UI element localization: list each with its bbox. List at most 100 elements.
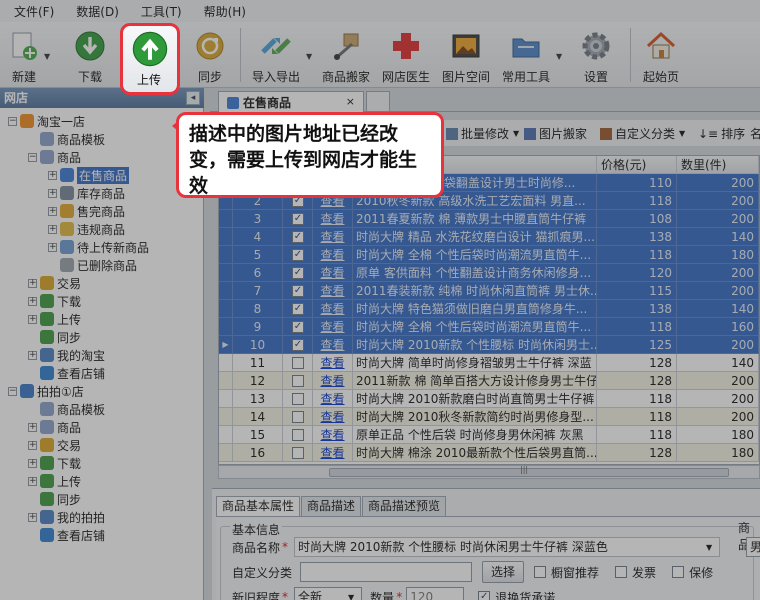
table-row[interactable]: 4 ✓ 查看 时尚大牌 精品 水洗花纹磨白设计 猫抓痕男... 138 140 bbox=[219, 228, 759, 246]
tree-item[interactable]: 同步 bbox=[28, 490, 81, 508]
view-link[interactable]: 查看 bbox=[320, 410, 344, 424]
view-link[interactable]: 查看 bbox=[320, 320, 344, 334]
settings-button[interactable]: 设置 bbox=[574, 24, 618, 86]
common-tools-button[interactable]: 常用工具 bbox=[498, 24, 554, 86]
row-checkbox[interactable]: ✓ bbox=[292, 321, 304, 333]
new-dropdown-caret[interactable]: ▼ bbox=[44, 52, 50, 61]
tab-basic-attributes[interactable]: 商品基本属性 bbox=[216, 496, 301, 516]
qty-field[interactable]: 120 bbox=[406, 587, 465, 600]
expand-icon[interactable]: + bbox=[48, 188, 57, 198]
move-goods-button[interactable]: 商品搬家 bbox=[318, 24, 374, 86]
start-page-button[interactable]: 起始页 bbox=[638, 24, 684, 86]
tree-item[interactable]: − 拍拍①店 bbox=[8, 382, 84, 400]
view-link[interactable]: 查看 bbox=[320, 392, 344, 406]
expand-icon[interactable]: + bbox=[48, 242, 57, 252]
tab-description-preview[interactable]: 商品描述预览 bbox=[362, 496, 447, 516]
expand-icon[interactable]: + bbox=[28, 476, 37, 486]
view-link[interactable]: 查看 bbox=[320, 266, 344, 280]
expand-icon[interactable]: + bbox=[28, 350, 37, 360]
shop-doctor-button[interactable]: 网店医生 bbox=[378, 24, 434, 86]
view-link[interactable]: 查看 bbox=[320, 302, 344, 316]
select-category-button[interactable]: 选择 bbox=[482, 561, 525, 583]
table-row[interactable]: 13 查看 时尚大牌 2010新款磨白时尚直筒男士牛仔裤 118 200 bbox=[219, 390, 759, 408]
row-checkbox[interactable]: ✓ bbox=[292, 285, 304, 297]
horizontal-scrollbar[interactable]: ||| bbox=[218, 465, 760, 479]
column-header-price[interactable]: 价格(元) bbox=[597, 156, 677, 174]
row-checkbox[interactable] bbox=[292, 357, 304, 369]
tools-dropdown-caret[interactable]: ▼ bbox=[556, 52, 562, 61]
collapse-icon[interactable]: − bbox=[8, 386, 17, 396]
invoice-checkbox[interactable] bbox=[615, 566, 628, 578]
tree-item[interactable]: + 上传 bbox=[28, 472, 81, 490]
tree-item[interactable]: − 淘宝一店 bbox=[8, 112, 85, 130]
row-checkbox[interactable] bbox=[292, 447, 304, 459]
tree-item[interactable]: 查看店铺 bbox=[28, 526, 105, 544]
tab-description[interactable]: 商品描述 bbox=[301, 496, 362, 516]
table-row[interactable]: 14 查看 时尚大牌 2010秋冬新款简约时尚男修身型... 118 200 bbox=[219, 408, 759, 426]
table-row[interactable]: 5 ✓ 查看 时尚大牌 全棉 个性后袋时尚潮流男直筒牛... 118 180 bbox=[219, 246, 759, 264]
goods-name-field[interactable]: 时尚大牌 2010新款 个性腰标 时尚休闲男士牛仔裤 深蓝色 bbox=[294, 537, 721, 557]
tree-item[interactable]: − 商品 bbox=[28, 148, 81, 166]
column-header-qty[interactable]: 数里(件) bbox=[677, 156, 759, 174]
menu-tools[interactable]: 工具(T) bbox=[139, 3, 194, 20]
menu-file[interactable]: 文件(F) bbox=[12, 3, 66, 20]
expand-icon[interactable]: + bbox=[28, 314, 37, 324]
tree-item[interactable]: + 商品 bbox=[28, 418, 81, 436]
collapse-icon[interactable]: − bbox=[28, 152, 37, 162]
tree-item[interactable]: + 售完商品 bbox=[48, 202, 125, 220]
tree-item[interactable]: + 上传 bbox=[28, 310, 81, 328]
expand-icon[interactable]: + bbox=[48, 170, 57, 180]
tree-item[interactable]: + 待上传新商品 bbox=[48, 238, 149, 256]
sort-button[interactable]: ↓≡ 排序 bbox=[698, 125, 745, 142]
expand-icon[interactable]: + bbox=[48, 224, 57, 234]
tab-on-sale-goods[interactable]: 在售商品 × bbox=[218, 91, 364, 113]
collapse-icon[interactable]: − bbox=[8, 116, 17, 126]
row-checkbox[interactable] bbox=[292, 393, 304, 405]
expand-icon[interactable]: + bbox=[28, 296, 37, 306]
tree-item[interactable]: + 下载 bbox=[28, 454, 81, 472]
custom-category-field[interactable] bbox=[300, 562, 473, 582]
tree-item[interactable]: 已删除商品 bbox=[48, 256, 137, 274]
table-row[interactable]: ▶ 10 ✓ 查看 时尚大牌 2010新款 个性腰标 时尚休闲男士... 125 200 bbox=[219, 336, 759, 354]
table-row[interactable]: 15 查看 原单正品 个性后袋 时尚修身男休闲裤 灰黑 118 180 bbox=[219, 426, 759, 444]
tree-item[interactable]: 查看店铺 bbox=[28, 364, 105, 382]
expand-icon[interactable]: + bbox=[48, 206, 57, 216]
tree-item[interactable]: + 我的淘宝 bbox=[28, 346, 105, 364]
view-link[interactable]: 查看 bbox=[320, 428, 344, 442]
tree-item[interactable]: + 交易 bbox=[28, 274, 81, 292]
expand-icon[interactable]: + bbox=[28, 440, 37, 450]
row-checkbox[interactable] bbox=[292, 411, 304, 423]
expand-icon[interactable]: + bbox=[28, 422, 37, 432]
row-checkbox[interactable]: ✓ bbox=[292, 303, 304, 315]
showcase-checkbox[interactable] bbox=[534, 566, 547, 578]
close-icon[interactable]: × bbox=[346, 95, 355, 108]
view-link[interactable]: 查看 bbox=[320, 374, 344, 388]
row-checkbox[interactable]: ✓ bbox=[292, 249, 304, 261]
tree-item[interactable]: + 我的拍拍 bbox=[28, 508, 105, 526]
row-checkbox[interactable]: ✓ bbox=[292, 213, 304, 225]
expand-icon[interactable]: + bbox=[28, 278, 37, 288]
tree-item[interactable]: 同步 bbox=[28, 328, 81, 346]
row-checkbox[interactable]: ✓ bbox=[292, 339, 304, 351]
row-checkbox[interactable] bbox=[292, 429, 304, 441]
view-link[interactable]: 查看 bbox=[320, 284, 344, 298]
row-checkbox[interactable] bbox=[292, 375, 304, 387]
return-promise-checkbox[interactable]: ✓ bbox=[478, 591, 491, 600]
image-space-button[interactable]: 图片空间 bbox=[438, 24, 494, 86]
download-button[interactable]: 下载 bbox=[70, 24, 110, 86]
view-link[interactable]: 查看 bbox=[320, 230, 344, 244]
view-link[interactable]: 查看 bbox=[320, 338, 344, 352]
tree-item[interactable]: + 交易 bbox=[28, 436, 81, 454]
scrollbar-thumb[interactable]: ||| bbox=[329, 465, 729, 477]
sync-button[interactable]: 同步 bbox=[190, 24, 230, 86]
row-checkbox[interactable]: ✓ bbox=[292, 231, 304, 243]
table-row[interactable]: 16 查看 时尚大牌 棉涂 2010最新款个性后袋男直筒... 128 180 bbox=[219, 444, 759, 462]
table-row[interactable]: 3 ✓ 查看 2011春夏新款 棉 薄款男士中腰直筒牛仔裤 108 200 bbox=[219, 210, 759, 228]
import-export-button[interactable]: 导入导出 bbox=[248, 24, 304, 86]
expand-icon[interactable]: + bbox=[28, 458, 37, 468]
warranty-checkbox[interactable] bbox=[672, 566, 685, 578]
tree-item[interactable]: + 库存商品 bbox=[48, 184, 125, 202]
table-row[interactable]: 7 ✓ 查看 2011春装新款 纯棉 时尚休闲直筒裤 男士休... 115 200 bbox=[219, 282, 759, 300]
view-link[interactable]: 查看 bbox=[320, 212, 344, 226]
custom-category-button[interactable]: 自定义分类 ▼ bbox=[600, 125, 685, 142]
